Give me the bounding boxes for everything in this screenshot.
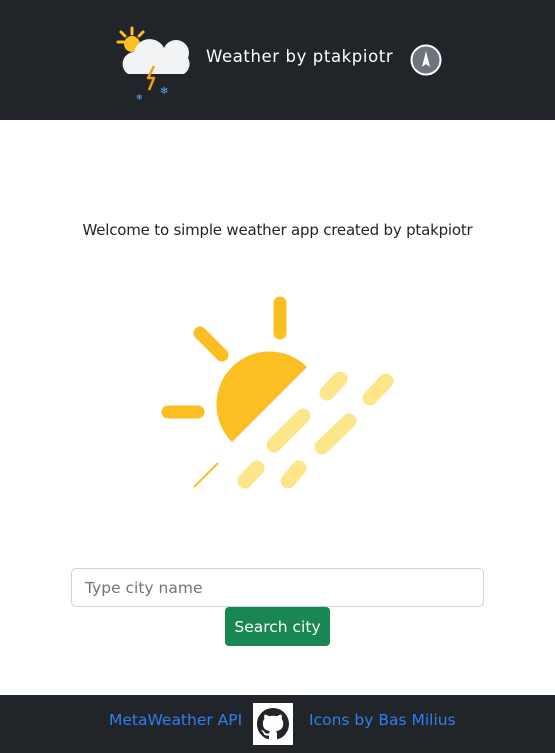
city-search-input[interactable] xyxy=(71,568,484,607)
compass-icon[interactable] xyxy=(410,44,442,76)
svg-text:❄: ❄ xyxy=(160,86,168,97)
app-title: Weather by ptakpiotr xyxy=(206,47,394,66)
app-header: ❄ ❄ Weather by ptakpiotr xyxy=(0,0,555,120)
svg-text:❄: ❄ xyxy=(136,93,143,102)
metaweather-api-link[interactable]: MetaWeather API xyxy=(109,711,242,729)
search-city-button[interactable]: Search city xyxy=(225,607,330,646)
github-icon xyxy=(257,708,289,740)
welcome-text: Welcome to simple weather app created by… xyxy=(82,221,473,239)
sun-cloud-thunder-snow-icon: ❄ ❄ xyxy=(116,26,190,102)
sun-rain-icon xyxy=(161,296,394,489)
github-link[interactable] xyxy=(253,703,293,745)
icons-credit-link[interactable]: Icons by Bas Milius xyxy=(309,711,456,729)
